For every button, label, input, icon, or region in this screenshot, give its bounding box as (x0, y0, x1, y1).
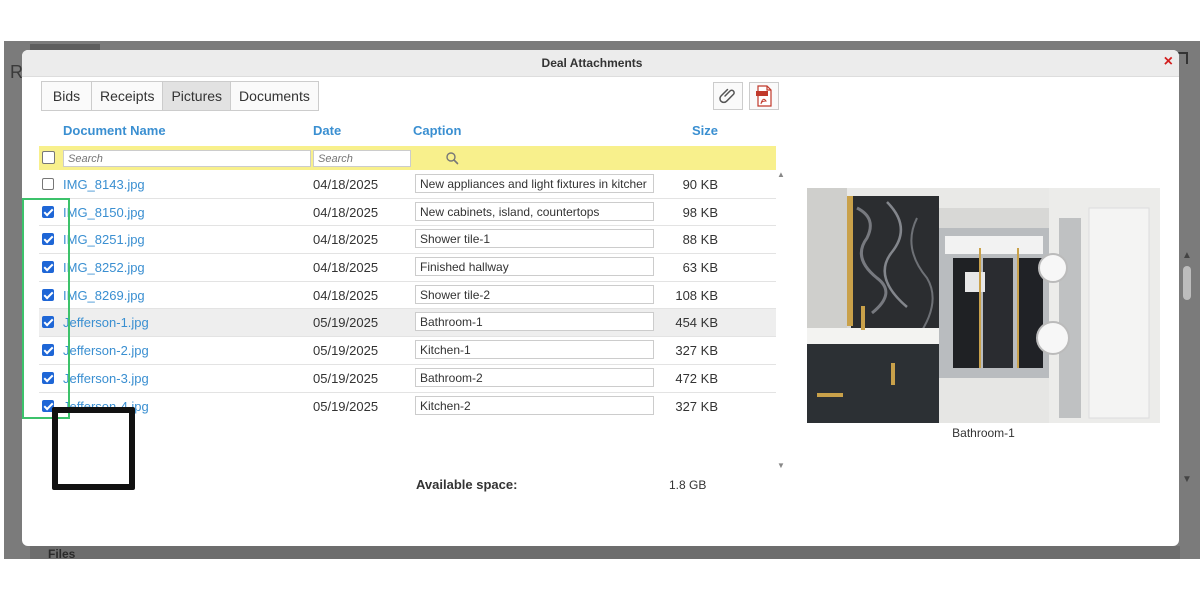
dialog-title: Deal Attachments (541, 56, 643, 70)
row-checkbox[interactable] (42, 344, 54, 357)
row-checkbox[interactable] (42, 205, 54, 218)
tab-bids[interactable]: Bids (41, 81, 92, 111)
image-preview[interactable] (807, 188, 1160, 423)
table-row[interactable]: Jefferson-3.jpg 05/19/2025 Bathroom-2 47… (39, 365, 776, 393)
caption-input[interactable]: New cabinets, island, countertops (415, 201, 654, 221)
column-header-size[interactable]: Size (692, 123, 718, 138)
attachments-list: IMG_8143.jpg 04/18/2025 New appliances a… (39, 171, 776, 419)
column-header-caption[interactable]: Caption (413, 123, 461, 138)
row-size: 63 KB (682, 260, 718, 276)
close-button[interactable]: × (1164, 53, 1173, 71)
caption-input[interactable]: Kitchen-1 (415, 340, 654, 360)
row-size: 327 KB (675, 343, 718, 359)
row-checkbox[interactable] (42, 178, 54, 190)
select-all-checkbox[interactable] (42, 151, 55, 164)
row-checkbox[interactable] (42, 371, 54, 384)
row-date: 05/19/2025 (313, 370, 379, 386)
row-checkbox[interactable] (42, 316, 54, 329)
row-size: 98 KB (682, 204, 718, 220)
row-size: 472 KB (675, 370, 718, 386)
row-date: 04/18/2025 (313, 177, 379, 192)
filter-row (39, 146, 776, 170)
table-row-selected[interactable]: Jefferson-1.jpg 05/19/2025 Bathroom-1 45… (39, 309, 776, 338)
attach-button[interactable] (713, 82, 743, 110)
list-scroll-up-icon[interactable]: ▲ (777, 170, 785, 179)
export-pdf-button[interactable] (749, 82, 779, 110)
available-space-label: Available space: (416, 477, 518, 492)
document-name-link[interactable]: Jefferson-3.jpg (63, 371, 149, 386)
row-checkbox[interactable] (42, 288, 54, 301)
row-date: 04/18/2025 (313, 204, 379, 220)
date-search-input[interactable] (313, 150, 411, 167)
row-size: 90 KB (682, 177, 718, 192)
document-name-link[interactable]: IMG_8251.jpg (63, 232, 145, 247)
tab-bar: Bids Receipts Pictures Documents (41, 81, 319, 111)
row-size: 88 KB (682, 232, 718, 248)
row-date: 04/18/2025 (313, 232, 379, 248)
available-space-value: 1.8 GB (669, 478, 707, 492)
column-header-document-name[interactable]: Document Name (63, 123, 166, 138)
document-name-link[interactable]: IMG_8143.jpg (63, 177, 145, 192)
document-name-link[interactable]: Jefferson-4.jpg (63, 399, 149, 414)
name-search-input[interactable] (63, 150, 311, 167)
caption-input[interactable]: Finished hallway (415, 257, 654, 277)
caption-input[interactable]: Shower tile-1 (415, 229, 654, 249)
tab-receipts[interactable]: Receipts (91, 81, 164, 111)
bathroom-photo (807, 188, 1160, 423)
search-icon[interactable] (445, 151, 459, 165)
background-files-label: Files (48, 547, 76, 561)
row-checkbox[interactable] (42, 399, 54, 412)
column-header-date[interactable]: Date (313, 123, 341, 138)
row-date: 04/18/2025 (313, 260, 379, 276)
row-date: 05/19/2025 (313, 315, 379, 331)
row-date: 04/18/2025 (313, 287, 379, 303)
scroll-thumb[interactable] (1183, 266, 1191, 300)
caption-input[interactable]: Bathroom-2 (415, 367, 654, 387)
caption-input[interactable]: Kitchen-2 (415, 395, 654, 415)
paperclip-icon (719, 88, 735, 104)
row-size: 108 KB (675, 287, 718, 303)
deal-attachments-dialog: Deal Attachments × Bids Receipts Picture… (22, 50, 1179, 546)
tab-pictures[interactable]: Pictures (162, 81, 232, 111)
caption-input[interactable]: New appliances and light fixtures in kit… (415, 174, 654, 193)
row-date: 05/19/2025 (313, 343, 379, 359)
caption-input[interactable]: Bathroom-1 (415, 312, 654, 332)
background-bottom-bar (30, 546, 1180, 559)
document-name-link[interactable]: IMG_8150.jpg (63, 205, 145, 220)
row-size: 327 KB (675, 398, 718, 414)
row-checkbox[interactable] (42, 261, 54, 274)
document-name-link[interactable]: Jefferson-1.jpg (63, 315, 149, 330)
table-row[interactable]: Jefferson-4.jpg 05/19/2025 Kitchen-2 327… (39, 393, 776, 420)
document-name-link[interactable]: IMG_8252.jpg (63, 260, 145, 275)
row-date: 05/19/2025 (313, 398, 379, 414)
table-row[interactable]: Jefferson-2.jpg 05/19/2025 Kitchen-1 327… (39, 337, 776, 365)
dialog-titlebar: Deal Attachments × (22, 50, 1179, 77)
caption-input[interactable]: Shower tile-2 (415, 284, 654, 304)
document-name-link[interactable]: Jefferson-2.jpg (63, 343, 149, 358)
table-row[interactable]: IMG_8150.jpg 04/18/2025 New cabinets, is… (39, 199, 776, 227)
list-scroll-down-icon[interactable]: ▼ (777, 461, 785, 470)
scroll-up-icon[interactable]: ▲ (1182, 250, 1192, 261)
table-row[interactable]: IMG_8252.jpg 04/18/2025 Finished hallway… (39, 254, 776, 282)
scroll-down-icon[interactable]: ▼ (1182, 474, 1192, 485)
row-size: 454 KB (675, 315, 718, 331)
row-checkbox[interactable] (42, 233, 54, 246)
document-name-link[interactable]: IMG_8269.jpg (63, 288, 145, 303)
preview-caption: Bathroom-1 (952, 426, 1015, 440)
pdf-icon (756, 85, 772, 107)
page-scrollbar[interactable]: ▲ ▼ (1180, 236, 1194, 494)
table-row[interactable]: IMG_8251.jpg 04/18/2025 Shower tile-1 88… (39, 226, 776, 255)
table-row[interactable]: IMG_8143.jpg 04/18/2025 New appliances a… (39, 171, 776, 199)
tab-documents[interactable]: Documents (230, 81, 319, 111)
table-row[interactable]: IMG_8269.jpg 04/18/2025 Shower tile-2 10… (39, 282, 776, 310)
